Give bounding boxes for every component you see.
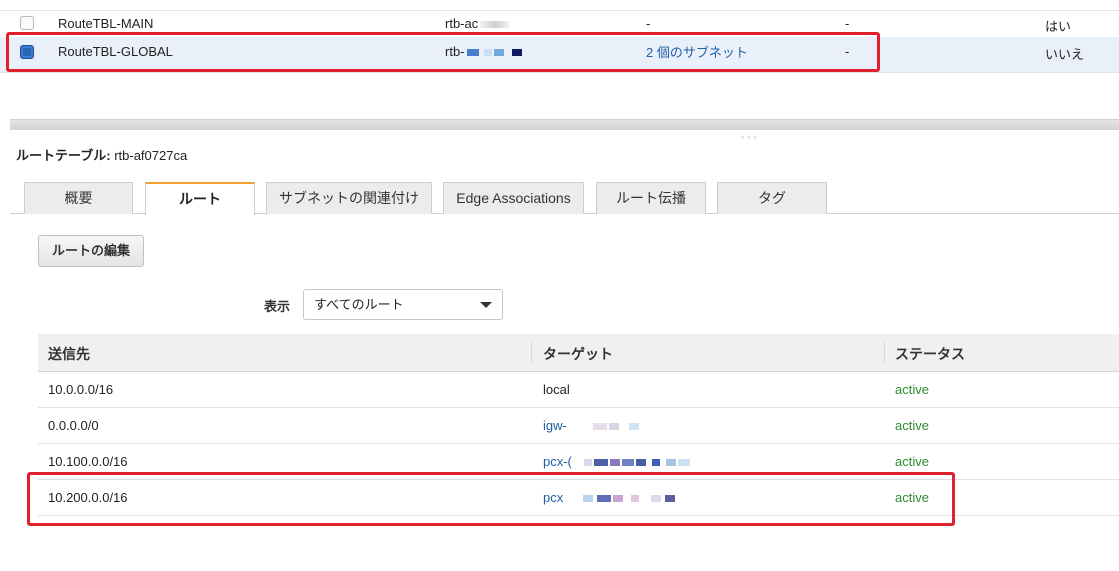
route-status: active bbox=[895, 382, 929, 397]
routes-table-header: 送信先 ターゲット ステータス bbox=[38, 334, 1119, 372]
route-target: local bbox=[543, 382, 570, 397]
route-filter-select[interactable]: すべてのルート bbox=[303, 289, 503, 320]
explicit-subnet-associations: - bbox=[646, 16, 651, 31]
column-destination[interactable]: 送信先 bbox=[48, 344, 90, 364]
route-table-name: RouteTBL-MAIN bbox=[58, 16, 154, 31]
highlight-box-selected-row bbox=[6, 32, 880, 72]
route-destination: 10.0.0.0/16 bbox=[48, 382, 114, 397]
column-divider[interactable] bbox=[531, 342, 532, 364]
column-status[interactable]: ステータス bbox=[895, 344, 965, 364]
tab-edge-associations[interactable]: Edge Associations bbox=[443, 182, 584, 214]
column-divider[interactable] bbox=[884, 342, 885, 364]
chevron-down-icon bbox=[480, 302, 492, 308]
main-flag: いいえ bbox=[1045, 47, 1085, 62]
main-flag: はい bbox=[1045, 19, 1072, 34]
route-table-id: rtb-ac bbox=[445, 16, 511, 31]
route-destination: 10.100.0.0/16 bbox=[48, 454, 128, 469]
edge-associations: - bbox=[845, 16, 850, 31]
tab-summary[interactable]: 概要 bbox=[24, 182, 133, 214]
route-row: 10.0.0.0/16 local active bbox=[38, 372, 1119, 408]
tab-routes[interactable]: ルート bbox=[145, 182, 255, 215]
route-status: active bbox=[895, 454, 929, 469]
detail-id: rtb-af0727ca bbox=[114, 148, 188, 163]
panel-splitter[interactable] bbox=[10, 119, 1119, 130]
column-target[interactable]: ターゲット bbox=[543, 344, 613, 364]
highlight-box-route-row bbox=[27, 472, 955, 526]
filter-label: 表示 bbox=[264, 299, 291, 314]
route-target-link[interactable]: pcx-( bbox=[543, 454, 690, 469]
splitter-grip-icon[interactable]: ▫▫▫ bbox=[741, 132, 760, 142]
detail-label: ルートテーブル: bbox=[16, 148, 111, 163]
route-target-link[interactable]: igw- bbox=[543, 418, 639, 433]
route-filter-value: すべてのルート bbox=[314, 297, 404, 312]
detail-title: ルートテーブル: rtb-af0727ca bbox=[16, 145, 187, 164]
route-destination: 0.0.0.0/0 bbox=[48, 418, 99, 433]
tab-route-propagation[interactable]: ルート伝播 bbox=[596, 182, 706, 214]
tab-subnet-associations[interactable]: サブネットの関連付け bbox=[266, 182, 432, 214]
row-checkbox[interactable] bbox=[20, 16, 34, 30]
edit-routes-button[interactable]: ルートの編集 bbox=[38, 235, 144, 267]
tab-tags[interactable]: タグ bbox=[717, 182, 827, 214]
route-status: active bbox=[895, 418, 929, 433]
route-row: 0.0.0.0/0 igw- active bbox=[38, 408, 1119, 444]
